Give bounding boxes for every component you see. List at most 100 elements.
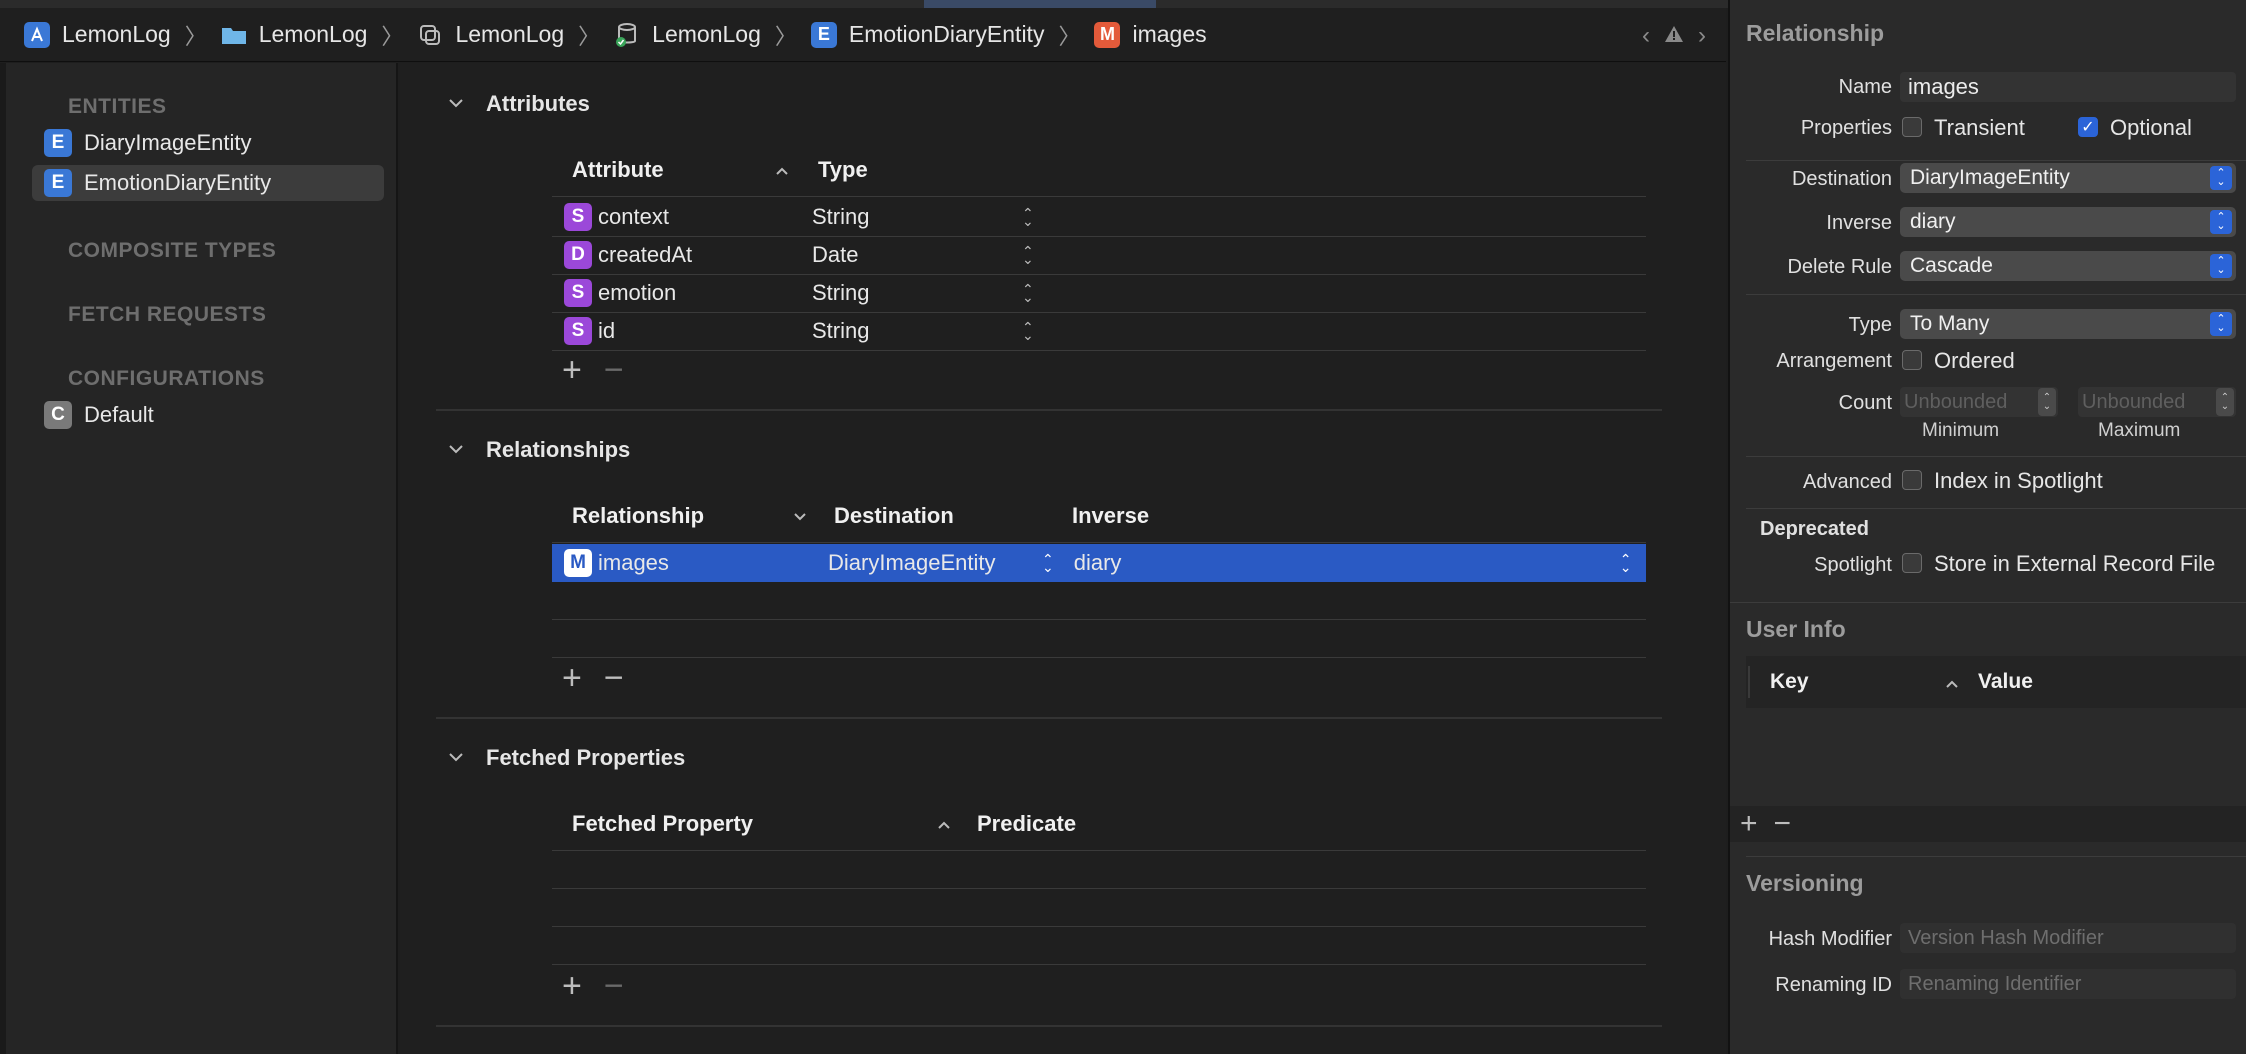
- remove-fetched-property-button[interactable]: −: [604, 967, 624, 1006]
- group-icon: [417, 22, 443, 48]
- sidebar-item-diaryimageentity[interactable]: E DiaryImageEntity: [32, 125, 384, 161]
- type-column-header[interactable]: Type: [818, 157, 868, 183]
- destination-select[interactable]: DiaryImageEntity ⌃ ⌄: [1900, 163, 2236, 193]
- relationship-inspector-title: Relationship: [1746, 20, 1885, 46]
- type-popup-icon[interactable]: ⌃ ⌄: [1022, 244, 1034, 266]
- hash-modifier-field[interactable]: Version Hash Modifier: [1900, 923, 2236, 953]
- external-record-checkbox[interactable]: [1902, 553, 1922, 573]
- breadcrumb-separator: 〉: [774, 23, 797, 49]
- breadcrumb-separator: 〉: [1058, 23, 1081, 49]
- add-user-info-button[interactable]: +: [1740, 807, 1758, 841]
- attribute-row[interactable]: D createdAt Date ⌃ ⌄: [552, 236, 1646, 274]
- versioning-title: Versioning: [1746, 870, 1864, 896]
- count-label: Count: [1838, 392, 1892, 414]
- breadcrumb-group[interactable]: LemonLog: [417, 21, 564, 48]
- name-field[interactable]: images: [1900, 72, 2236, 102]
- delete-rule-select[interactable]: Cascade ⌃ ⌄: [1900, 251, 2236, 281]
- minimum-count-field[interactable]: Unbounded: [1900, 387, 2058, 417]
- breadcrumb-datamodel[interactable]: LemonLog: [614, 21, 761, 48]
- inverse-select[interactable]: diary ⌃ ⌄: [1900, 207, 2236, 237]
- inverse-column-header[interactable]: Inverse: [1072, 503, 1149, 529]
- external-record-label: Store in External Record File: [1934, 551, 2216, 576]
- remove-attribute-button[interactable]: −: [604, 351, 624, 390]
- type-popup-icon[interactable]: ⌃ ⌄: [1022, 320, 1034, 342]
- string-type-icon: S: [564, 317, 592, 345]
- fetched-properties-section-title[interactable]: Fetched Properties: [486, 745, 685, 771]
- transient-checkbox[interactable]: [1902, 117, 1922, 137]
- user-info-table-header: Key Value: [1746, 656, 2246, 708]
- remove-relationship-button[interactable]: −: [604, 659, 624, 698]
- name-label: Name: [1838, 76, 1892, 98]
- type-popup-icon[interactable]: ⌃ ⌄: [1022, 282, 1034, 304]
- sort-ascending-icon[interactable]: [936, 819, 952, 831]
- warning-icon[interactable]: [1664, 22, 1684, 50]
- ordered-checkbox[interactable]: [1902, 350, 1922, 370]
- chevron-down-icon[interactable]: [448, 441, 464, 457]
- attribute-column-header[interactable]: Attribute: [572, 157, 664, 183]
- sort-ascending-icon[interactable]: [1944, 678, 1960, 690]
- chevron-down-icon[interactable]: [448, 95, 464, 111]
- user-info-table-body[interactable]: [1730, 708, 2246, 806]
- advanced-label: Advanced: [1803, 471, 1892, 493]
- previous-issue-icon[interactable]: ‹: [1642, 22, 1650, 50]
- inverse-popup[interactable]: diary: [1074, 550, 1620, 576]
- next-issue-icon[interactable]: ›: [1698, 22, 1706, 50]
- remove-user-info-button[interactable]: −: [1774, 807, 1792, 841]
- entity-editor: Attributes Attribute Type S context Stri…: [400, 63, 1726, 1054]
- active-tab-indicator: [924, 0, 1156, 8]
- attribute-row[interactable]: S id String ⌃ ⌄: [552, 312, 1646, 350]
- fetched-property-column-header[interactable]: Fetched Property: [572, 811, 753, 837]
- key-column-header[interactable]: Key: [1770, 670, 1809, 694]
- breadcrumb-project[interactable]: LemonLog: [24, 21, 171, 48]
- sort-descending-icon[interactable]: [792, 511, 808, 523]
- configuration-icon: C: [44, 401, 72, 429]
- composite-types-header[interactable]: COMPOSITE TYPES: [68, 239, 276, 263]
- breadcrumb-relationship[interactable]: M images: [1094, 21, 1207, 48]
- destination-column-header[interactable]: Destination: [834, 503, 954, 529]
- optional-label: Optional: [2110, 115, 2192, 140]
- attribute-row[interactable]: S emotion String ⌃ ⌄: [552, 274, 1646, 312]
- index-spotlight-checkbox[interactable]: [1902, 470, 1922, 490]
- chevron-updown-icon: ⌃ ⌄: [2210, 210, 2232, 234]
- entity-icon: E: [810, 21, 837, 48]
- add-relationship-button[interactable]: +: [562, 659, 582, 698]
- breadcrumb-entity[interactable]: E EmotionDiaryEntity: [810, 21, 1044, 48]
- predicate-column-header[interactable]: Predicate: [977, 811, 1076, 837]
- string-type-icon: S: [564, 279, 592, 307]
- destination-popup[interactable]: DiaryImageEntity: [828, 550, 1042, 576]
- type-select[interactable]: To Many ⌃ ⌄: [1900, 309, 2236, 339]
- attribute-add-remove: + −: [562, 351, 624, 390]
- breadcrumb-separator: 〉: [381, 23, 404, 49]
- entity-icon: E: [44, 169, 72, 197]
- breadcrumb-folder[interactable]: LemonLog: [221, 21, 367, 48]
- sidebar-item-emotiondiaryentity[interactable]: E EmotionDiaryEntity: [32, 165, 384, 201]
- to-many-relationship-icon: M: [564, 549, 592, 577]
- attribute-row[interactable]: S context String ⌃ ⌄: [552, 198, 1646, 236]
- destination-popup-icon[interactable]: ⌃ ⌄: [1042, 552, 1054, 574]
- spotlight-label: Spotlight: [1814, 554, 1892, 576]
- configurations-header: CONFIGURATIONS: [68, 367, 265, 390]
- chevron-down-icon[interactable]: [448, 749, 464, 765]
- sidebar-item-default[interactable]: C Default: [32, 397, 384, 433]
- renaming-id-label: Renaming ID: [1775, 974, 1892, 996]
- maximum-label: Maximum: [2098, 420, 2181, 441]
- value-column-header[interactable]: Value: [1978, 670, 2033, 694]
- optional-checkbox[interactable]: ✓: [2078, 117, 2098, 137]
- transient-label: Transient: [1934, 115, 2025, 140]
- inverse-popup-icon[interactable]: ⌃ ⌄: [1620, 552, 1632, 574]
- fetch-requests-header[interactable]: FETCH REQUESTS: [68, 303, 266, 327]
- sort-ascending-icon[interactable]: [774, 165, 790, 177]
- attributes-section-title[interactable]: Attributes: [486, 91, 590, 117]
- minimum-stepper[interactable]: ⌃ ⌄: [2038, 388, 2056, 416]
- relationship-row[interactable]: M images DiaryImageEntity ⌃ ⌄ diary ⌃ ⌄: [552, 544, 1646, 582]
- maximum-stepper[interactable]: ⌃ ⌄: [2216, 388, 2234, 416]
- breadcrumb-separator: 〉: [578, 23, 601, 49]
- type-popup-icon[interactable]: ⌃ ⌄: [1022, 206, 1034, 228]
- add-fetched-property-button[interactable]: +: [562, 967, 582, 1006]
- folder-icon: [221, 22, 247, 48]
- add-attribute-button[interactable]: +: [562, 351, 582, 390]
- maximum-count-field[interactable]: Unbounded: [2078, 387, 2236, 417]
- relationships-section-title[interactable]: Relationships: [486, 437, 630, 463]
- renaming-id-field[interactable]: Renaming Identifier: [1900, 969, 2236, 999]
- relationship-column-header[interactable]: Relationship: [572, 503, 704, 529]
